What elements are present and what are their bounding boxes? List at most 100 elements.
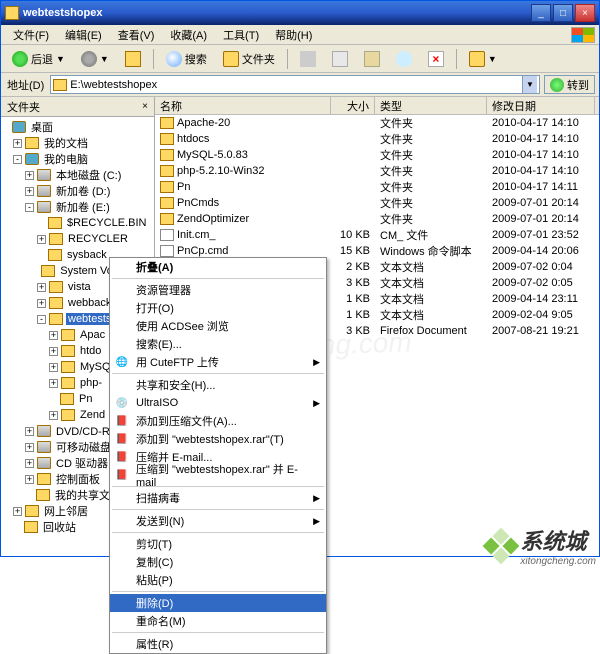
expand-toggle[interactable]: - — [25, 203, 34, 212]
context-menu-item[interactable]: 扫描病毒▶ — [110, 489, 326, 507]
menu-edit[interactable]: 编辑(E) — [57, 25, 110, 45]
expand-toggle[interactable]: + — [37, 235, 46, 244]
expand-toggle[interactable]: + — [49, 379, 58, 388]
expand-toggle[interactable]: + — [37, 283, 46, 292]
menu-tools[interactable]: 工具(T) — [215, 25, 267, 45]
tree-node[interactable]: $RECYCLE.BIN — [1, 215, 154, 231]
close-tree-button[interactable]: × — [142, 101, 148, 112]
menu-help[interactable]: 帮助(H) — [267, 25, 320, 45]
paste-button[interactable] — [357, 48, 387, 70]
tree-node[interactable]: +RECYCLER — [1, 231, 154, 247]
expand-toggle[interactable]: + — [25, 171, 34, 180]
list-item[interactable]: ZendOptimizer文件夹2009-07-01 20:14 — [155, 211, 599, 227]
context-menu-item[interactable]: 折叠(A) — [110, 258, 326, 276]
context-menu-item[interactable]: 剪切(T) — [110, 535, 326, 553]
context-menu-item[interactable]: 搜索(E)... — [110, 335, 326, 353]
expand-toggle[interactable]: + — [13, 507, 22, 516]
context-menu-item[interactable]: 🌐用 CuteFTP 上传▶ — [110, 353, 326, 371]
expand-toggle[interactable]: + — [25, 475, 34, 484]
col-name[interactable]: 名称 — [155, 97, 331, 114]
cut-button[interactable] — [293, 48, 323, 70]
cell-date: 2009-07-01 23:52 — [487, 229, 595, 241]
menu-file[interactable]: 文件(F) — [5, 25, 57, 45]
list-item[interactable]: htdocs文件夹2010-04-17 14:10 — [155, 131, 599, 147]
context-menu-item[interactable]: 打开(O) — [110, 299, 326, 317]
titlebar[interactable]: webtestshopex _ □ × — [1, 1, 599, 25]
context-menu-item[interactable]: 删除(D) — [110, 594, 326, 612]
paste-icon — [364, 51, 380, 67]
list-item[interactable]: Apache-20文件夹2010-04-17 14:10 — [155, 115, 599, 131]
col-date[interactable]: 修改日期 — [487, 97, 595, 114]
expand-toggle[interactable]: + — [25, 443, 34, 452]
tree-node[interactable]: +我的文档 — [1, 135, 154, 151]
list-item[interactable]: Pn文件夹2010-04-17 14:11 — [155, 179, 599, 195]
delete-button[interactable]: × — [421, 48, 451, 70]
list-item[interactable]: php-5.2.10-Win32文件夹2010-04-17 14:10 — [155, 163, 599, 179]
chevron-down-icon[interactable]: ▼ — [488, 54, 497, 64]
tree-node[interactable]: -我的电脑 — [1, 151, 154, 167]
tree-label: 回收站 — [41, 519, 78, 535]
minimize-button[interactable]: _ — [531, 4, 551, 22]
context-menu[interactable]: 折叠(A) 资源管理器打开(O)使用 ACDSee 浏览搜索(E)...🌐用 Cu… — [109, 257, 327, 654]
expand-toggle[interactable]: + — [25, 459, 34, 468]
context-menu-item[interactable]: 粘贴(P) — [110, 571, 326, 589]
copy-button[interactable] — [325, 48, 355, 70]
context-menu-item[interactable]: 📕添加到压缩文件(A)... — [110, 412, 326, 430]
menu-view[interactable]: 查看(V) — [110, 25, 163, 45]
context-menu-item[interactable]: 发送到(N)▶ — [110, 512, 326, 530]
expand-toggle[interactable]: + — [37, 299, 46, 308]
undo-button[interactable] — [389, 48, 419, 70]
menu-item-icon: 💿 — [114, 395, 130, 411]
context-menu-item[interactable]: 💿UltraISO▶ — [110, 394, 326, 412]
context-menu-item[interactable]: 📕添加到 "webtestshopex.rar"(T) — [110, 430, 326, 448]
col-attr[interactable]: 属性 — [595, 97, 599, 114]
expand-toggle[interactable]: + — [25, 187, 34, 196]
tree-node[interactable]: +新加卷 (D:) — [1, 183, 154, 199]
expand-toggle[interactable]: - — [13, 155, 22, 164]
list-item[interactable]: Init.cm_10 KBCM_ 文件2009-07-01 23:52A — [155, 227, 599, 243]
search-button[interactable]: 搜索 — [159, 48, 214, 70]
folder-icon — [160, 181, 174, 193]
up-icon — [125, 51, 141, 67]
context-menu-item[interactable]: 共享和安全(H)... — [110, 376, 326, 394]
context-menu-item[interactable]: 使用 ACDSee 浏览 — [110, 317, 326, 335]
folder-icon — [160, 165, 174, 177]
close-button[interactable]: × — [575, 4, 595, 22]
cell-attr: A — [595, 309, 599, 321]
expand-toggle[interactable]: + — [25, 427, 34, 436]
context-menu-item[interactable]: 复制(C) — [110, 553, 326, 571]
expand-toggle[interactable]: + — [49, 411, 58, 420]
chevron-down-icon[interactable]: ▼ — [100, 54, 109, 64]
folders-button[interactable]: 文件夹 — [216, 48, 282, 70]
menu-favorites[interactable]: 收藏(A) — [162, 25, 215, 45]
address-dropdown[interactable]: ▼ — [522, 76, 537, 93]
context-menu-item[interactable]: 📕压缩到 "webtestshopex.rar" 并 E-mail — [110, 466, 326, 484]
forward-button[interactable]: ▼ — [74, 48, 116, 70]
list-item[interactable]: MySQL-5.0.83文件夹2010-04-17 14:10 — [155, 147, 599, 163]
col-type[interactable]: 类型 — [375, 97, 487, 114]
cell-attr: A — [595, 277, 599, 289]
address-field[interactable]: E:\webtestshopex ▼ — [50, 75, 540, 94]
expand-toggle[interactable]: - — [37, 315, 46, 324]
context-menu-item[interactable]: 重命名(M) — [110, 612, 326, 630]
expand-toggle[interactable]: + — [49, 331, 58, 340]
tree-node[interactable]: -新加卷 (E:) — [1, 199, 154, 215]
list-item[interactable]: PnCmds文件夹2009-07-01 20:14 — [155, 195, 599, 211]
up-button[interactable] — [118, 48, 148, 70]
expand-toggle[interactable]: + — [49, 347, 58, 356]
back-button[interactable]: 后退▼ — [5, 48, 72, 70]
maximize-button[interactable]: □ — [553, 4, 573, 22]
context-menu-item[interactable]: 资源管理器 — [110, 281, 326, 299]
tree-node[interactable]: +本地磁盘 (C:) — [1, 167, 154, 183]
go-button[interactable]: 转到 — [544, 75, 595, 94]
expand-toggle[interactable]: + — [49, 363, 58, 372]
tree-node[interactable]: 桌面 — [1, 119, 154, 135]
col-size[interactable]: 大小 — [331, 97, 375, 114]
chevron-down-icon[interactable]: ▼ — [56, 54, 65, 64]
tree-header-title: 文件夹 — [7, 99, 40, 115]
menu-separator — [112, 591, 324, 592]
tree-label: 可移动磁盘 — [54, 439, 113, 455]
expand-toggle[interactable]: + — [13, 139, 22, 148]
context-menu-item[interactable]: 属性(R) — [110, 635, 326, 653]
views-button[interactable]: ▼ — [462, 48, 504, 70]
